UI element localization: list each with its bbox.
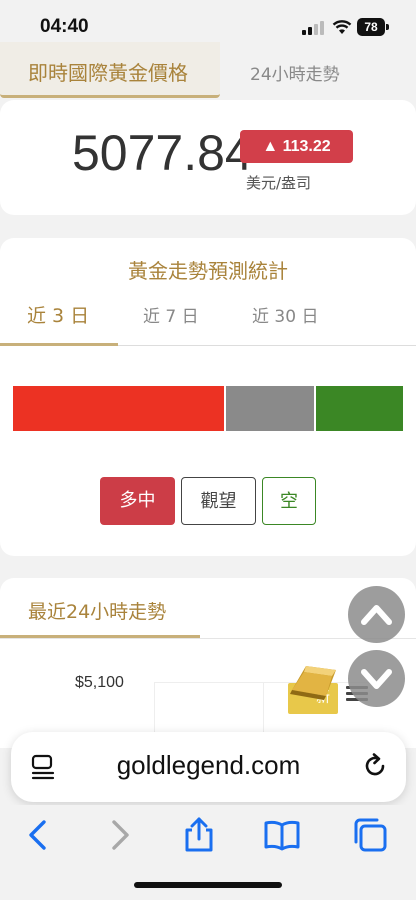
address-bar[interactable]: goldlegend.com xyxy=(11,732,406,802)
bear-button[interactable]: 空 xyxy=(262,477,316,525)
forecast-title: 黃金走勢預測統計 xyxy=(128,259,288,283)
bull-button[interactable]: 多中 xyxy=(100,477,175,525)
tab-range-30d[interactable]: 近 30 日 xyxy=(252,302,318,327)
range-tabs: 近 3 日 近 7 日 近 30 日 xyxy=(0,290,416,346)
scroll-up-button[interactable] xyxy=(348,586,405,643)
tabs-icon[interactable] xyxy=(352,817,388,853)
price-tabs: 即時國際黃金價格 24小時走勢 xyxy=(0,42,416,98)
tab-range-3d[interactable]: 近 3 日 xyxy=(27,301,89,328)
trend-title: 最近24小時走勢 xyxy=(28,601,167,623)
range-tab-indicator xyxy=(0,343,118,346)
address-url[interactable]: goldlegend.com xyxy=(11,750,406,781)
gold-price: 5077.84 xyxy=(72,125,253,181)
share-icon[interactable] xyxy=(181,817,217,853)
wifi-icon xyxy=(332,20,352,34)
status-time: 04:40 xyxy=(40,16,89,37)
tab-live-price-label: 即時國際黃金價格 xyxy=(28,61,188,85)
chart-y-tick: $5,100 xyxy=(75,674,124,691)
forecast-bar-bull xyxy=(13,386,224,431)
forecast-bar-bear xyxy=(316,386,403,431)
price-card: 5077.84 ▲ 113.22 美元/盎司 xyxy=(0,100,416,215)
forecast-card: 黃金走勢預測統計 近 3 日 近 7 日 近 30 日 多中 觀望 空 xyxy=(0,238,416,556)
battery-icon: 78 xyxy=(357,18,389,36)
gold-bar-icon[interactable] xyxy=(286,660,342,702)
signal-icon xyxy=(302,21,324,35)
tab-24h-trend[interactable]: 24小時走勢 xyxy=(250,60,340,85)
reload-icon[interactable] xyxy=(361,752,389,780)
chevron-up-icon xyxy=(361,605,392,625)
forecast-bar-neutral xyxy=(226,386,314,431)
forward-icon[interactable] xyxy=(102,817,138,853)
scroll-down-button[interactable] xyxy=(348,650,405,707)
trend-divider xyxy=(0,638,416,639)
back-icon[interactable] xyxy=(20,817,56,853)
price-change-badge: ▲ 113.22 xyxy=(240,130,353,163)
home-indicator xyxy=(134,882,282,888)
neutral-button[interactable]: 觀望 xyxy=(181,477,256,525)
battery-level: 78 xyxy=(357,18,385,36)
price-unit: 美元/盎司 xyxy=(246,174,312,192)
chevron-down-icon xyxy=(361,669,392,689)
tab-live-price[interactable]: 即時國際黃金價格 xyxy=(0,42,220,98)
bookmarks-icon[interactable] xyxy=(264,817,300,853)
tab-range-7d[interactable]: 近 7 日 xyxy=(143,302,199,327)
